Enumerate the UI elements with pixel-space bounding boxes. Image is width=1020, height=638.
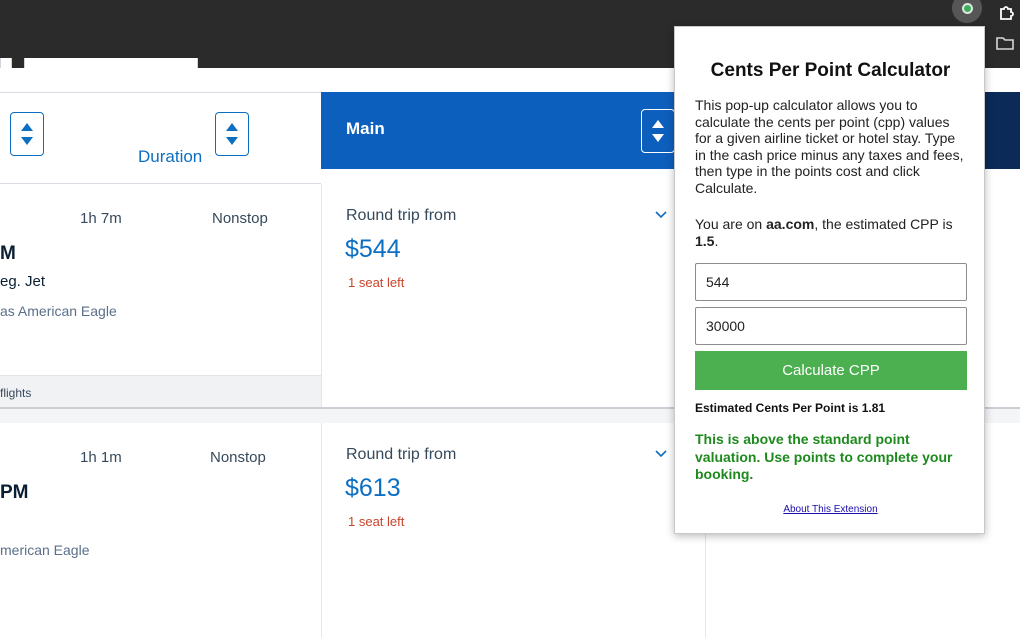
chevron-down-icon[interactable] (655, 211, 667, 219)
site-cpp-info: You are on aa.com, the estimated CPP is … (695, 216, 969, 250)
duration-sort-label[interactable]: Duration (138, 147, 202, 167)
flight-arrival-time: M (0, 243, 16, 264)
sort-duration-button[interactable] (215, 112, 249, 156)
flight-details-strip[interactable]: flights (0, 375, 321, 408)
puzzle-icon[interactable] (990, 0, 1020, 24)
sort-down-icon (226, 137, 238, 145)
about-extension-link[interactable]: About This Extension (675, 504, 986, 515)
sort-up-icon (21, 123, 33, 131)
flight-details-cell[interactable]: 1h 7m Nonstop M eg. Jet as American Eagl… (0, 184, 321, 408)
site-suffix: . (714, 233, 719, 249)
flight-arrival-time: PM (0, 482, 29, 503)
popup-description: This pop-up calculator allows you to cal… (695, 97, 964, 196)
operator-text: merican Eagle (0, 542, 90, 558)
seats-left-badge: 1 seat left (348, 514, 405, 529)
points-cost-input[interactable] (695, 307, 967, 345)
fare-price: $544 (345, 235, 401, 263)
calculate-cpp-button[interactable]: Calculate CPP (695, 351, 967, 390)
operator-text: as American Eagle (0, 303, 117, 319)
sort-down-icon (21, 137, 33, 145)
main-fare-cell[interactable]: Round trip from $613 1 seat left (321, 423, 706, 638)
fare-price: $613 (345, 474, 401, 502)
next-cabin-header[interactable] (984, 92, 1020, 169)
flights-link[interactable]: flights (0, 386, 31, 400)
popup-title: Cents Per Point Calculator (710, 60, 951, 81)
flight-duration: 1h 7m (80, 210, 122, 227)
cpp-result-text: Estimated Cents Per Point is 1.81 (695, 401, 886, 415)
folder-icon[interactable] (995, 34, 1019, 56)
site-prefix: You are on (695, 216, 767, 232)
screenshot-stage: Duration Main 1h 7m Nonstop M eg. Jet as… (0, 0, 1020, 638)
site-name: aa.com (766, 216, 815, 232)
flight-stops: Nonstop (212, 210, 268, 227)
sort-depart-button[interactable] (10, 112, 44, 156)
fare-label: Round trip from (346, 207, 457, 224)
seats-left-badge: 1 seat left (348, 275, 405, 290)
sort-up-icon (652, 120, 664, 128)
sort-main-button[interactable] (641, 109, 675, 153)
cpp-verdict-text: This is above the standard point valuati… (695, 431, 953, 482)
cpp-calculator-popup: Cents Per Point Calculator This pop-up c… (674, 26, 985, 534)
cash-price-input[interactable] (695, 263, 967, 301)
flight-details-cell[interactable]: 1h 1m Nonstop PM merican Eagle (0, 423, 321, 638)
flight-duration: 1h 1m (80, 449, 122, 466)
main-cabin-label: Main (346, 119, 385, 138)
sort-bar: Duration (0, 92, 321, 184)
main-fare-cell[interactable]: Round trip from $544 1 seat left (321, 184, 706, 407)
chevron-down-icon[interactable] (655, 450, 667, 458)
sort-down-icon (652, 134, 664, 142)
site-cpp-value: 1.5 (695, 233, 715, 249)
fare-label: Round trip from (346, 446, 457, 463)
sort-up-icon (226, 123, 238, 131)
aircraft-type: eg. Jet (0, 273, 46, 290)
flight-stops: Nonstop (210, 449, 266, 466)
extension-active-icon[interactable] (950, 0, 984, 24)
site-middle: , the estimated CPP is (814, 216, 953, 232)
